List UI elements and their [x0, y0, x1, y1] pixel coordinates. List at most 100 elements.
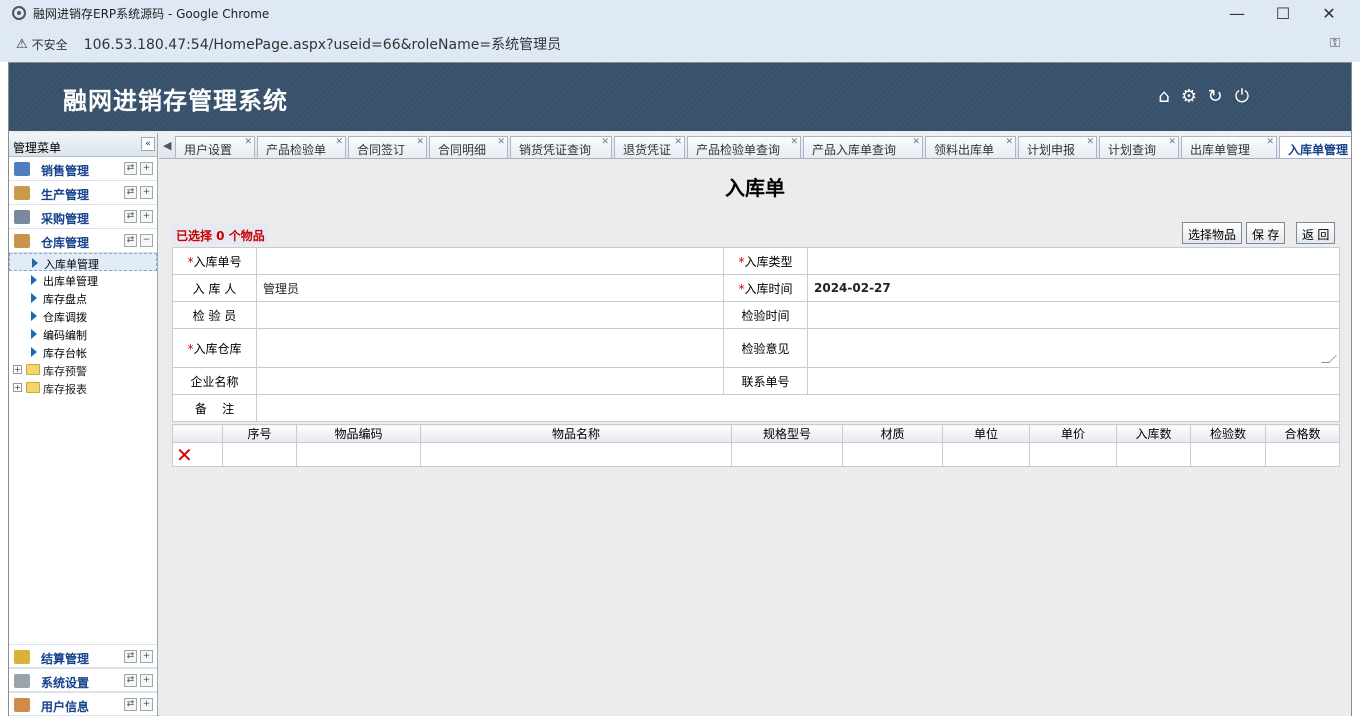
remark-field[interactable]	[256, 394, 1340, 422]
minimize-button[interactable]: —	[1214, 0, 1260, 26]
expand-group-icon[interactable]: +	[140, 674, 153, 687]
tab-8[interactable]: 领料出库单 ✕	[925, 136, 1016, 158]
resize-grip-icon[interactable]	[1321, 355, 1337, 363]
close-tab-icon[interactable]: ✕	[1086, 137, 1094, 147]
refresh-group-icon[interactable]: ⇄	[124, 186, 137, 199]
refresh-group-icon[interactable]: ⇄	[124, 650, 137, 663]
tab-12[interactable]: 入库单管理✕	[1279, 136, 1351, 158]
grid-cell[interactable]	[731, 442, 843, 467]
receipt-no-field[interactable]	[256, 247, 724, 275]
tab-7[interactable]: 产品入库单查询 ✕	[803, 136, 923, 158]
sidebar-item-4[interactable]: 编码编制	[9, 325, 157, 343]
url-field[interactable]: 106.53.180.47:54/HomePage.aspx?useid=66&…	[84, 34, 561, 54]
grid-cell[interactable]	[296, 442, 421, 467]
sidebar-item-2[interactable]: 库存盘点	[9, 289, 157, 307]
expand-icon[interactable]: +	[13, 365, 22, 374]
collapse-group-icon[interactable]: −	[140, 234, 153, 247]
inspection-time-field[interactable]	[807, 301, 1340, 329]
close-tab-icon[interactable]: ✕	[497, 137, 505, 147]
warning-icon[interactable]: ⚠	[16, 37, 28, 52]
sidebar-item-0[interactable]: 入库单管理	[9, 253, 157, 271]
contact-no-field[interactable]	[807, 367, 1340, 395]
grid-cell[interactable]	[1265, 442, 1340, 467]
close-button[interactable]: ✕	[1306, 0, 1352, 26]
inspector-field[interactable]	[256, 301, 724, 329]
save-button[interactable]: 保 存	[1246, 222, 1286, 244]
tab-6[interactable]: 产品检验单查询 ✕	[687, 136, 801, 158]
sidebar-item-5[interactable]: 库存台帐	[9, 343, 157, 361]
tab-2[interactable]: 合同签订 ✕	[348, 136, 427, 158]
sidebar-group-bottom1[interactable]: 系统设置 ⇄ +	[9, 668, 157, 692]
refresh-group-icon[interactable]: ⇄	[124, 674, 137, 687]
refresh-group-icon[interactable]: ⇄	[124, 162, 137, 175]
close-tab-icon[interactable]: ✕	[335, 137, 343, 147]
refresh-group-icon[interactable]: ⇄	[124, 234, 137, 247]
tab-10[interactable]: 计划查询 ✕	[1099, 136, 1179, 158]
grid-cell[interactable]	[420, 442, 732, 467]
tab-11[interactable]: 出库单管理 ✕	[1181, 136, 1277, 158]
grid-cell[interactable]	[942, 442, 1030, 467]
sidebar-folder-0[interactable]: + 库存预警	[9, 361, 157, 379]
home-icon[interactable]: ⌂	[1154, 87, 1174, 107]
delete-icon[interactable]: ✕	[173, 443, 193, 467]
sidebar-group-top1[interactable]: 生产管理 ⇄ +	[9, 181, 157, 205]
sidebar-group-top0[interactable]: 销售管理 ⇄ +	[9, 157, 157, 181]
grid-cell[interactable]	[1116, 442, 1191, 467]
gear-icon[interactable]: ⚙	[1179, 87, 1199, 107]
refresh-group-icon[interactable]: ⇄	[124, 698, 137, 711]
tab-0[interactable]: 用户设置 ✕	[175, 136, 255, 158]
grid-cell[interactable]	[222, 442, 297, 467]
close-tab-icon[interactable]: ✕	[1168, 137, 1176, 147]
close-tab-icon[interactable]: ✕	[1266, 137, 1274, 147]
receipt-time-field[interactable]: 2024-02-27	[807, 274, 1340, 302]
receiver-field[interactable]: 管理员	[256, 274, 724, 302]
close-tab-icon[interactable]: ✕	[674, 137, 682, 147]
refresh-icon[interactable]: ↻	[1205, 87, 1225, 107]
close-tab-icon[interactable]: ✕	[912, 137, 920, 147]
expand-icon[interactable]: +	[13, 383, 22, 392]
power-icon[interactable]: ⏻	[1232, 87, 1252, 107]
maximize-button[interactable]: ☐	[1260, 0, 1306, 26]
refresh-group-icon[interactable]: ⇄	[124, 210, 137, 223]
sidebar-folder-1[interactable]: + 库存报表	[9, 379, 157, 397]
close-tab-icon[interactable]: ✕	[1005, 137, 1013, 147]
expand-group-icon[interactable]: +	[140, 650, 153, 663]
delete-row-button[interactable]: ✕	[172, 442, 223, 467]
selected-count: 已选择 0 个物品	[172, 224, 269, 244]
sidebar-group-top3[interactable]: 仓库管理 ⇄ −	[9, 229, 157, 253]
close-tab-icon[interactable]: ✕	[416, 137, 424, 147]
close-tab-icon[interactable]: ✕	[601, 137, 609, 147]
sidebar-group-top2[interactable]: 采购管理 ⇄ +	[9, 205, 157, 229]
key-icon[interactable]: ⚿	[1330, 36, 1340, 51]
close-tab-icon[interactable]: ✕	[790, 137, 798, 147]
tab-4[interactable]: 销货凭证查询 ✕	[510, 136, 612, 158]
select-items-button[interactable]: 选择物品	[1182, 222, 1243, 244]
tab-scroll-left[interactable]: ◀	[163, 139, 171, 152]
grid-cell[interactable]	[1029, 442, 1117, 467]
collapse-sidebar-button[interactable]: «	[141, 137, 155, 151]
sidebar-group-bottom0[interactable]: 结算管理 ⇄ +	[9, 644, 157, 668]
receipt-type-field[interactable]	[807, 247, 1340, 275]
grid-cell[interactable]	[842, 442, 943, 467]
tab-5[interactable]: 退货凭证 ✕	[614, 136, 685, 158]
grid-cell[interactable]	[1190, 442, 1266, 467]
sidebar-item-label: 库存盘点	[43, 293, 87, 306]
tab-1[interactable]: 产品检验单 ✕	[257, 136, 346, 158]
insecure-label[interactable]: 不安全	[32, 36, 68, 53]
sidebar-group-bottom2[interactable]: 用户信息 ⇄ +	[9, 692, 157, 716]
tab-9[interactable]: 计划申报 ✕	[1018, 136, 1097, 158]
warehouse-field[interactable]	[256, 328, 724, 368]
expand-group-icon[interactable]: +	[140, 210, 153, 223]
sidebar-item-3[interactable]: 仓库调拨	[9, 307, 157, 325]
sidebar-item-1[interactable]: 出库单管理	[9, 271, 157, 289]
inspection-opinion-textarea[interactable]	[807, 328, 1340, 368]
store-icon	[14, 162, 30, 176]
company-field[interactable]	[256, 367, 724, 395]
expand-group-icon[interactable]: +	[140, 186, 153, 199]
tab-3[interactable]: 合同明细 ✕	[429, 136, 508, 158]
back-button[interactable]: 返 回	[1296, 222, 1336, 244]
tab-label: 合同签订	[357, 143, 406, 157]
expand-group-icon[interactable]: +	[140, 162, 153, 175]
close-tab-icon[interactable]: ✕	[244, 137, 252, 147]
expand-group-icon[interactable]: +	[140, 698, 153, 711]
